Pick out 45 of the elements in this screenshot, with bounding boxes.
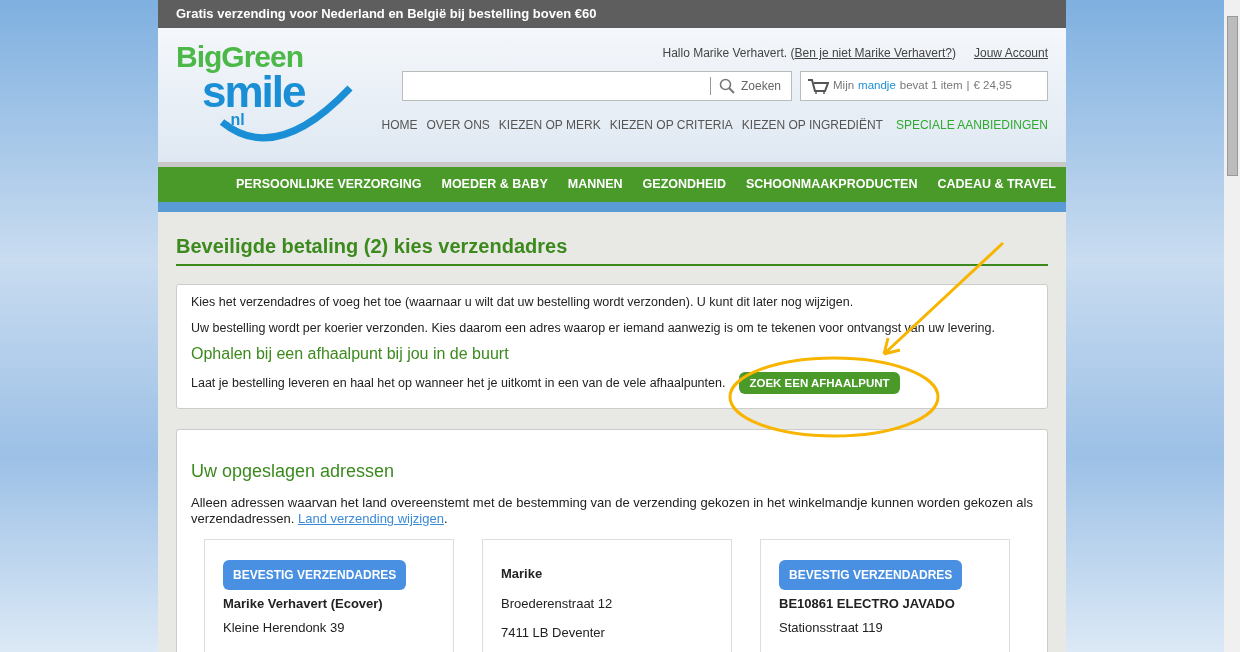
- addresses-heading: Uw opgeslagen adressen: [191, 460, 396, 483]
- address-name: Marike: [501, 565, 544, 583]
- promo-bar: Gratis verzending voor Nederland en België bij bestelling boven €60: [158, 0, 1066, 28]
- cart-link[interactable]: mandje: [858, 77, 896, 95]
- nav-link[interactable]: KIEZEN OP CRITERIA: [609, 116, 733, 134]
- logo: BigGreen smile .nl: [176, 42, 356, 152]
- search-icon: [718, 78, 735, 94]
- change-country-link[interactable]: Land verzending wijzigen: [297, 511, 444, 526]
- separator: |: [966, 78, 970, 94]
- address-line: 7411 LB Deventer: [501, 624, 606, 642]
- scrollbar[interactable]: [1224, 0, 1240, 652]
- info-text: Kies het verzendadres of voeg het toe (waarnaar u wilt dat uw bestelling wordt verzonden). U kunt dit later nog wijzigen.: [191, 294, 855, 310]
- confirm-address-button[interactable]: BEVESTIG VERZENDADRES: [223, 560, 407, 590]
- switch-user-link[interactable]: Ben je niet Marike Verhavert?: [794, 46, 952, 60]
- address-name: BE10861 ELECTRO JAVADO: [779, 595, 956, 613]
- address-line: Stationsstraat 119: [779, 618, 884, 637]
- address-line: Broederenstraat 12: [501, 594, 614, 613]
- category-link[interactable]: CADEAU & TRAVEL: [937, 175, 1056, 194]
- address-line: Kleine Herendonk 39: [223, 618, 346, 637]
- page-title: Beveiligde betaling (2) kies verzendadres: [176, 234, 1048, 266]
- nav-link[interactable]: OVER ONS: [426, 116, 490, 134]
- pickup-heading: Ophalen bij een afhaalpunt bij jou in de buurt: [191, 346, 510, 362]
- nav-link[interactable]: HOME: [381, 116, 418, 134]
- category-link[interactable]: SCHOONMAAKPRODUCTEN: [745, 175, 918, 194]
- nav-link[interactable]: SPECIALE AANBIEDINGEN: [895, 116, 1048, 134]
- search-button[interactable]: Zoeken: [740, 77, 781, 95]
- confirm-address-button[interactable]: BEVESTIG VERZENDADRES: [779, 560, 963, 590]
- cart-summary[interactable]: Mijn mandje bevat 1 item | € 24,95: [800, 71, 1048, 101]
- basket-icon: [807, 78, 829, 94]
- account-link[interactable]: Jouw Account: [973, 44, 1048, 62]
- category-link[interactable]: GEZONDHEID: [642, 175, 726, 194]
- nav-link[interactable]: KIEZEN OP MERK: [498, 116, 601, 134]
- search-field[interactable]: Zoeken: [402, 71, 792, 101]
- find-pickup-button[interactable]: ZOEK EEN AFHAALPUNT: [739, 372, 900, 394]
- addresses-note: Alleen adressen waarvan het land overeenstemt met de bestemming van de verzending gekozen in het winkelmandje kunnen worden gekozen als verzendadressen. Land verzending wijzigen.: [191, 495, 1033, 527]
- greeting: Hallo Marike Verhavert. (Ben je niet Marike Verhavert?): [662, 45, 956, 62]
- cart-total: € 24,95: [973, 78, 1012, 94]
- pickup-text: Laat je bestelling leveren en haal het op wanneer het je uitkomt in een van de vele afhaalpunten.: [191, 375, 726, 391]
- nav-link[interactable]: KIEZEN OP INGREDIËNT: [741, 116, 883, 134]
- category-link[interactable]: MOEDER & BABY: [441, 175, 548, 194]
- category-link[interactable]: PERSOONLIJKE VERZORGING: [236, 175, 422, 194]
- cart-count: bevat 1 item: [899, 78, 963, 94]
- category-link[interactable]: MANNEN: [567, 175, 623, 194]
- address-name: Marike Verhavert (Ecover): [223, 595, 384, 613]
- cart-label: Mijn: [833, 78, 855, 94]
